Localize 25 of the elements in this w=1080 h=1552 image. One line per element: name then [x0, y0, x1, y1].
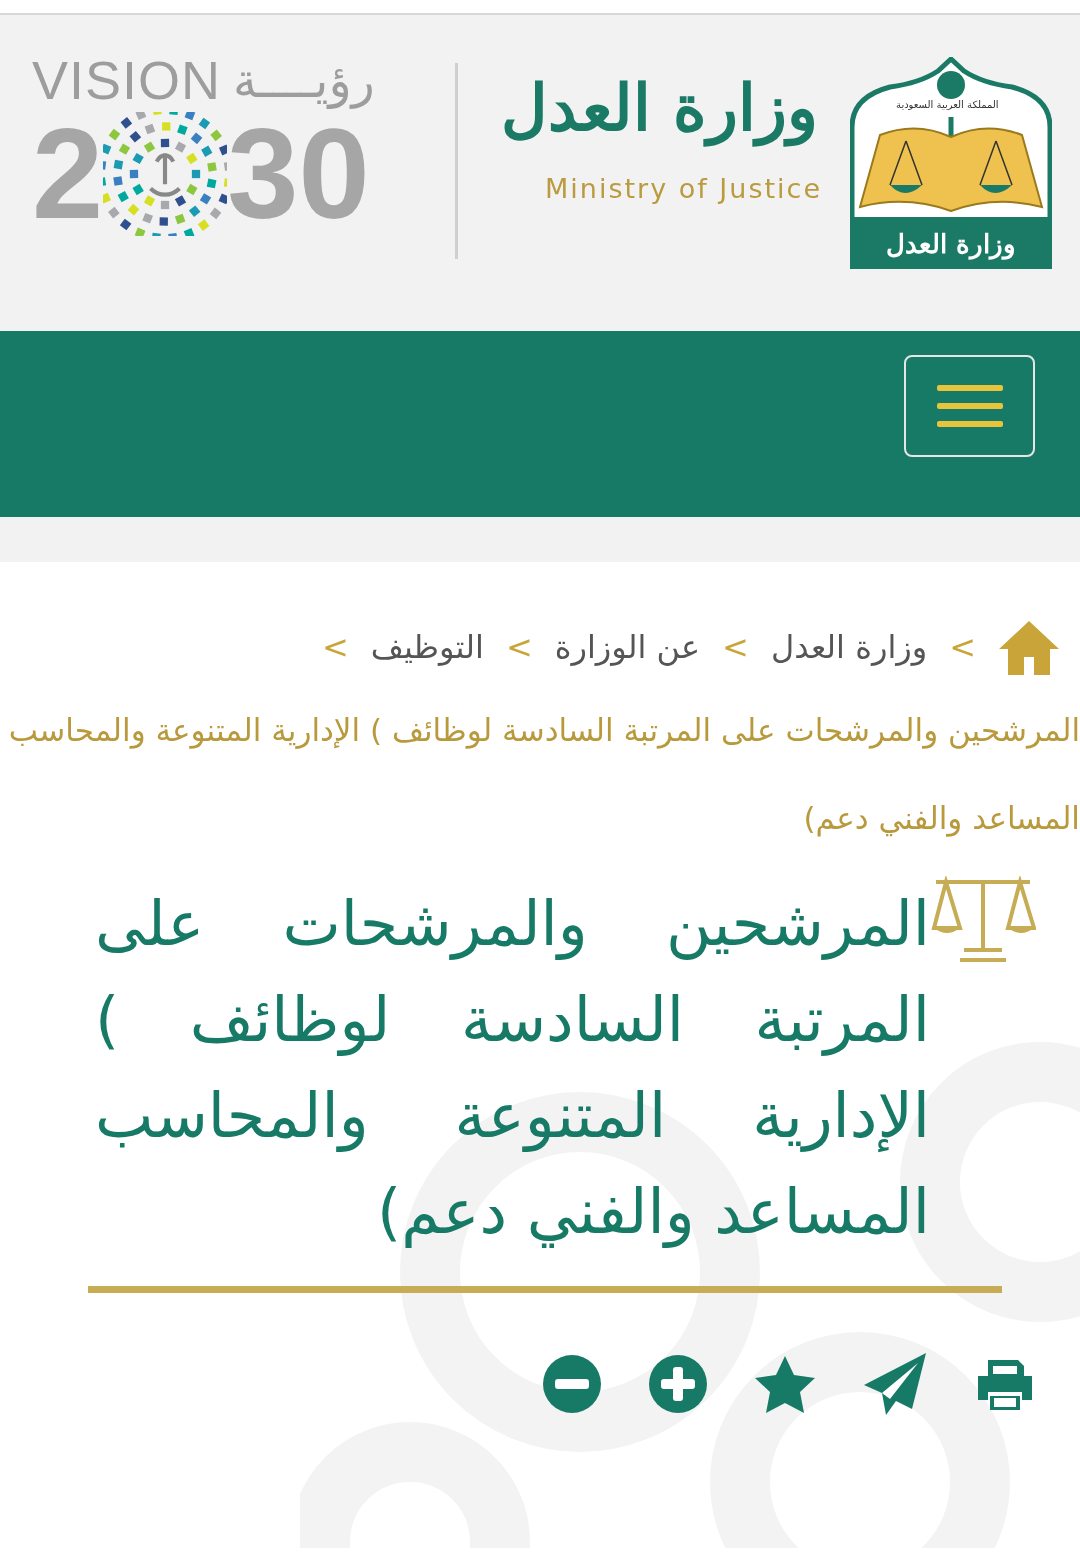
scales-icon — [930, 876, 1036, 962]
breadcrumb-link[interactable]: وزارة العدل — [770, 628, 928, 666]
menu-icon — [936, 383, 1003, 429]
vision-logo-arabic-text: رؤيــــة — [233, 52, 375, 108]
article-title: المرشحين والمرشحات على المرتبة السادسة لوظائف ) الإدارية المتنوعة والمحاسب المساعد والفني دعم) — [95, 886, 930, 1250]
breadcrumb-separator: < — [322, 628, 349, 666]
send-icon[interactable] — [862, 1351, 928, 1417]
menu-button[interactable] — [904, 355, 1035, 457]
breadcrumb-link[interactable]: عن الوزارة — [554, 628, 701, 666]
breadcrumb-separator: < — [505, 628, 533, 666]
emblem-caption-text: المملكة العربية السعودية — [896, 99, 999, 110]
ministry-logo-arabic-text: وزارة العدل — [499, 69, 819, 149]
breadcrumb-link[interactable]: التوظيف — [370, 628, 484, 666]
vision-year-text: 2 — [32, 110, 104, 238]
vision-logo-text: VISION — [32, 49, 222, 111]
vision-year-text: 30 — [227, 110, 370, 238]
emblem-title-text: وزارة العدل — [885, 229, 1018, 259]
breadcrumb-separator: < — [722, 628, 749, 666]
star-pattern-emblem-icon — [103, 112, 228, 236]
breadcrumb-separator: < — [949, 628, 976, 666]
zoom-in-icon[interactable] — [648, 1354, 708, 1414]
star-icon[interactable] — [754, 1355, 816, 1413]
page-subtitle: المرشحين والمرشحات على المرتبة السادسة لوظائف ) الإدارية المتنوعة والمحاسب المساعد والفني دعم) — [7, 711, 1080, 839]
ministry-logo-english-text: Ministry of Justice — [545, 173, 822, 205]
zoom-out-icon[interactable] — [542, 1354, 602, 1414]
